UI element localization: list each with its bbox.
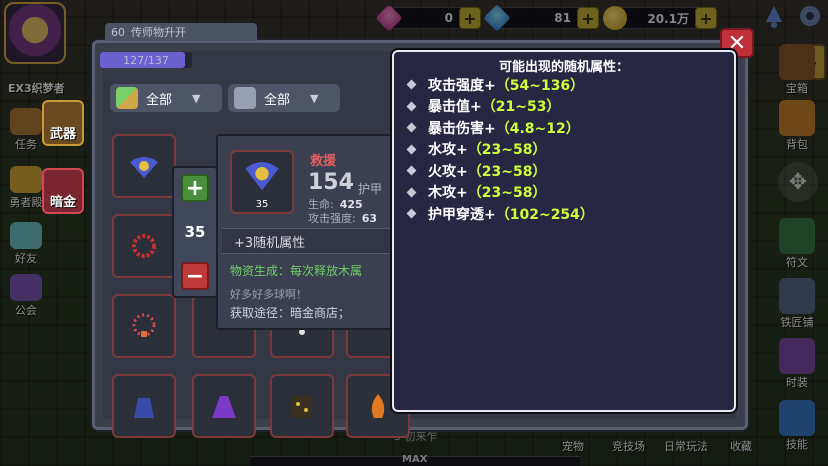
bullet-icon <box>406 208 417 219</box>
attribute-row: 护甲穿透+ （102~254） <box>394 203 734 225</box>
amulet-icon <box>245 162 279 191</box>
item-power-label: 护甲 <box>358 182 383 196</box>
inventory-slot[interactable] <box>112 214 176 278</box>
random-attributes-tooltip: 可能出现的随机属性： 攻击强度+ （54~136） 暴击值+ （21~53） 暴… <box>392 50 736 412</box>
bullet-icon <box>406 165 417 176</box>
dark-gold-tab-button[interactable]: 暗金 <box>42 168 84 214</box>
weapon-tab-button[interactable]: 武器 <box>42 100 84 146</box>
inventory-slot[interactable] <box>112 294 176 358</box>
attribute-name: 攻击强度+ <box>428 77 496 94</box>
bead-necklace-icon <box>132 313 156 337</box>
item-name: 救援 <box>310 154 337 169</box>
chevron-down-icon: ▼ <box>192 91 201 105</box>
inventory-slot[interactable] <box>270 374 334 438</box>
chevron-down-icon: ▼ <box>310 91 319 105</box>
attribute-name: 水攻+ <box>428 142 468 159</box>
attribute-range: （4.8~12） <box>495 120 580 137</box>
bullet-icon <box>406 101 417 111</box>
capacity-text: 127/137 <box>123 53 169 67</box>
fire-item-icon <box>371 394 385 418</box>
inventory-slot[interactable] <box>192 374 256 438</box>
rarity-filter-value: 全部 <box>264 92 291 108</box>
attribute-row: 攻击强度+ （54~136） <box>394 74 734 96</box>
attribute-row: 水攻+ （23~58） <box>394 139 734 161</box>
capacity-bar: 127/137 <box>100 52 192 68</box>
panel-top-tab: 60 传师物升开 <box>105 23 257 41</box>
rarity-filter-dropdown[interactable]: 全部 ▼ <box>228 84 340 112</box>
item-count: 35 <box>255 199 269 210</box>
quantity-value: 35 <box>184 223 206 241</box>
item-detail-card: 35 救援 154 护甲 生命: 425 攻击强度: 63 +3随机属性 物资生成：… <box>216 134 400 330</box>
dark-gold-tab-label: 暗金 <box>49 195 76 210</box>
category-filter-dropdown[interactable]: 全部 ▼ <box>110 84 222 112</box>
quantity-stepper: + 35 − <box>172 166 218 298</box>
decrease-quantity-button[interactable]: − <box>181 262 209 290</box>
attribute-row: 暴击伤害+ （4.8~12） <box>394 117 734 139</box>
attribute-range: （21~53） <box>481 99 561 116</box>
amulet-icon <box>130 157 158 178</box>
item-stat-attack: 攻击强度: 63 <box>308 210 377 226</box>
attribute-range: （23~58） <box>467 185 547 202</box>
purple-cloak-icon <box>212 396 236 418</box>
random-attributes-button[interactable]: +3随机属性 <box>222 228 398 254</box>
item-stat-attack-value: 63 <box>361 212 378 225</box>
attribute-row: 火攻+ （23~58） <box>394 160 734 182</box>
attribute-name: 暴击伤害+ <box>428 120 496 137</box>
bullet-icon <box>406 187 417 197</box>
inventory-slot[interactable] <box>112 374 176 438</box>
attribute-name: 护甲穿透+ <box>428 206 496 223</box>
bullet-icon <box>406 122 417 133</box>
bullet-icon <box>406 79 417 90</box>
item-effect-text: 物资生成：每次释放木属 <box>230 264 363 278</box>
red-necklace-icon <box>132 234 156 258</box>
increase-quantity-button[interactable]: + <box>181 174 209 202</box>
attribute-range: （23~58） <box>467 163 547 180</box>
attribute-range: （23~58） <box>467 142 547 159</box>
helmet-icon <box>234 87 256 109</box>
attribute-name: 木攻+ <box>428 185 468 202</box>
tooltip-title: 可能出现的随机属性： <box>498 60 629 75</box>
blue-cloak-icon <box>134 398 154 418</box>
dark-armor-icon <box>292 396 312 418</box>
attribute-row: 暴击值+ （21~53） <box>394 96 734 118</box>
item-flavor-text: 好多好多球啊！ <box>230 288 307 301</box>
attribute-name: 暴击值+ <box>428 99 482 116</box>
attribute-row: 木攻+ （23~58） <box>394 182 734 204</box>
bullet-icon <box>406 144 417 154</box>
panel-top-tab-label: 传师物升开 <box>131 26 186 39</box>
attribute-range: （102~254） <box>495 206 594 223</box>
panel-top-tab-num: 60 <box>111 25 125 39</box>
weapon-tab-label: 武器 <box>49 127 76 142</box>
category-filter-value: 全部 <box>146 92 173 108</box>
inventory-slot[interactable] <box>112 134 176 198</box>
attribute-range: （54~136） <box>495 77 585 94</box>
category-icon <box>116 87 138 109</box>
item-stat-attack-label: 攻击强度: <box>308 212 356 225</box>
item-detail-icon: 35 <box>230 150 294 214</box>
attribute-name: 火攻+ <box>428 163 468 180</box>
item-power-value: 154 <box>308 170 354 195</box>
item-source-text: 获取途径：暗金商店； <box>230 306 351 320</box>
